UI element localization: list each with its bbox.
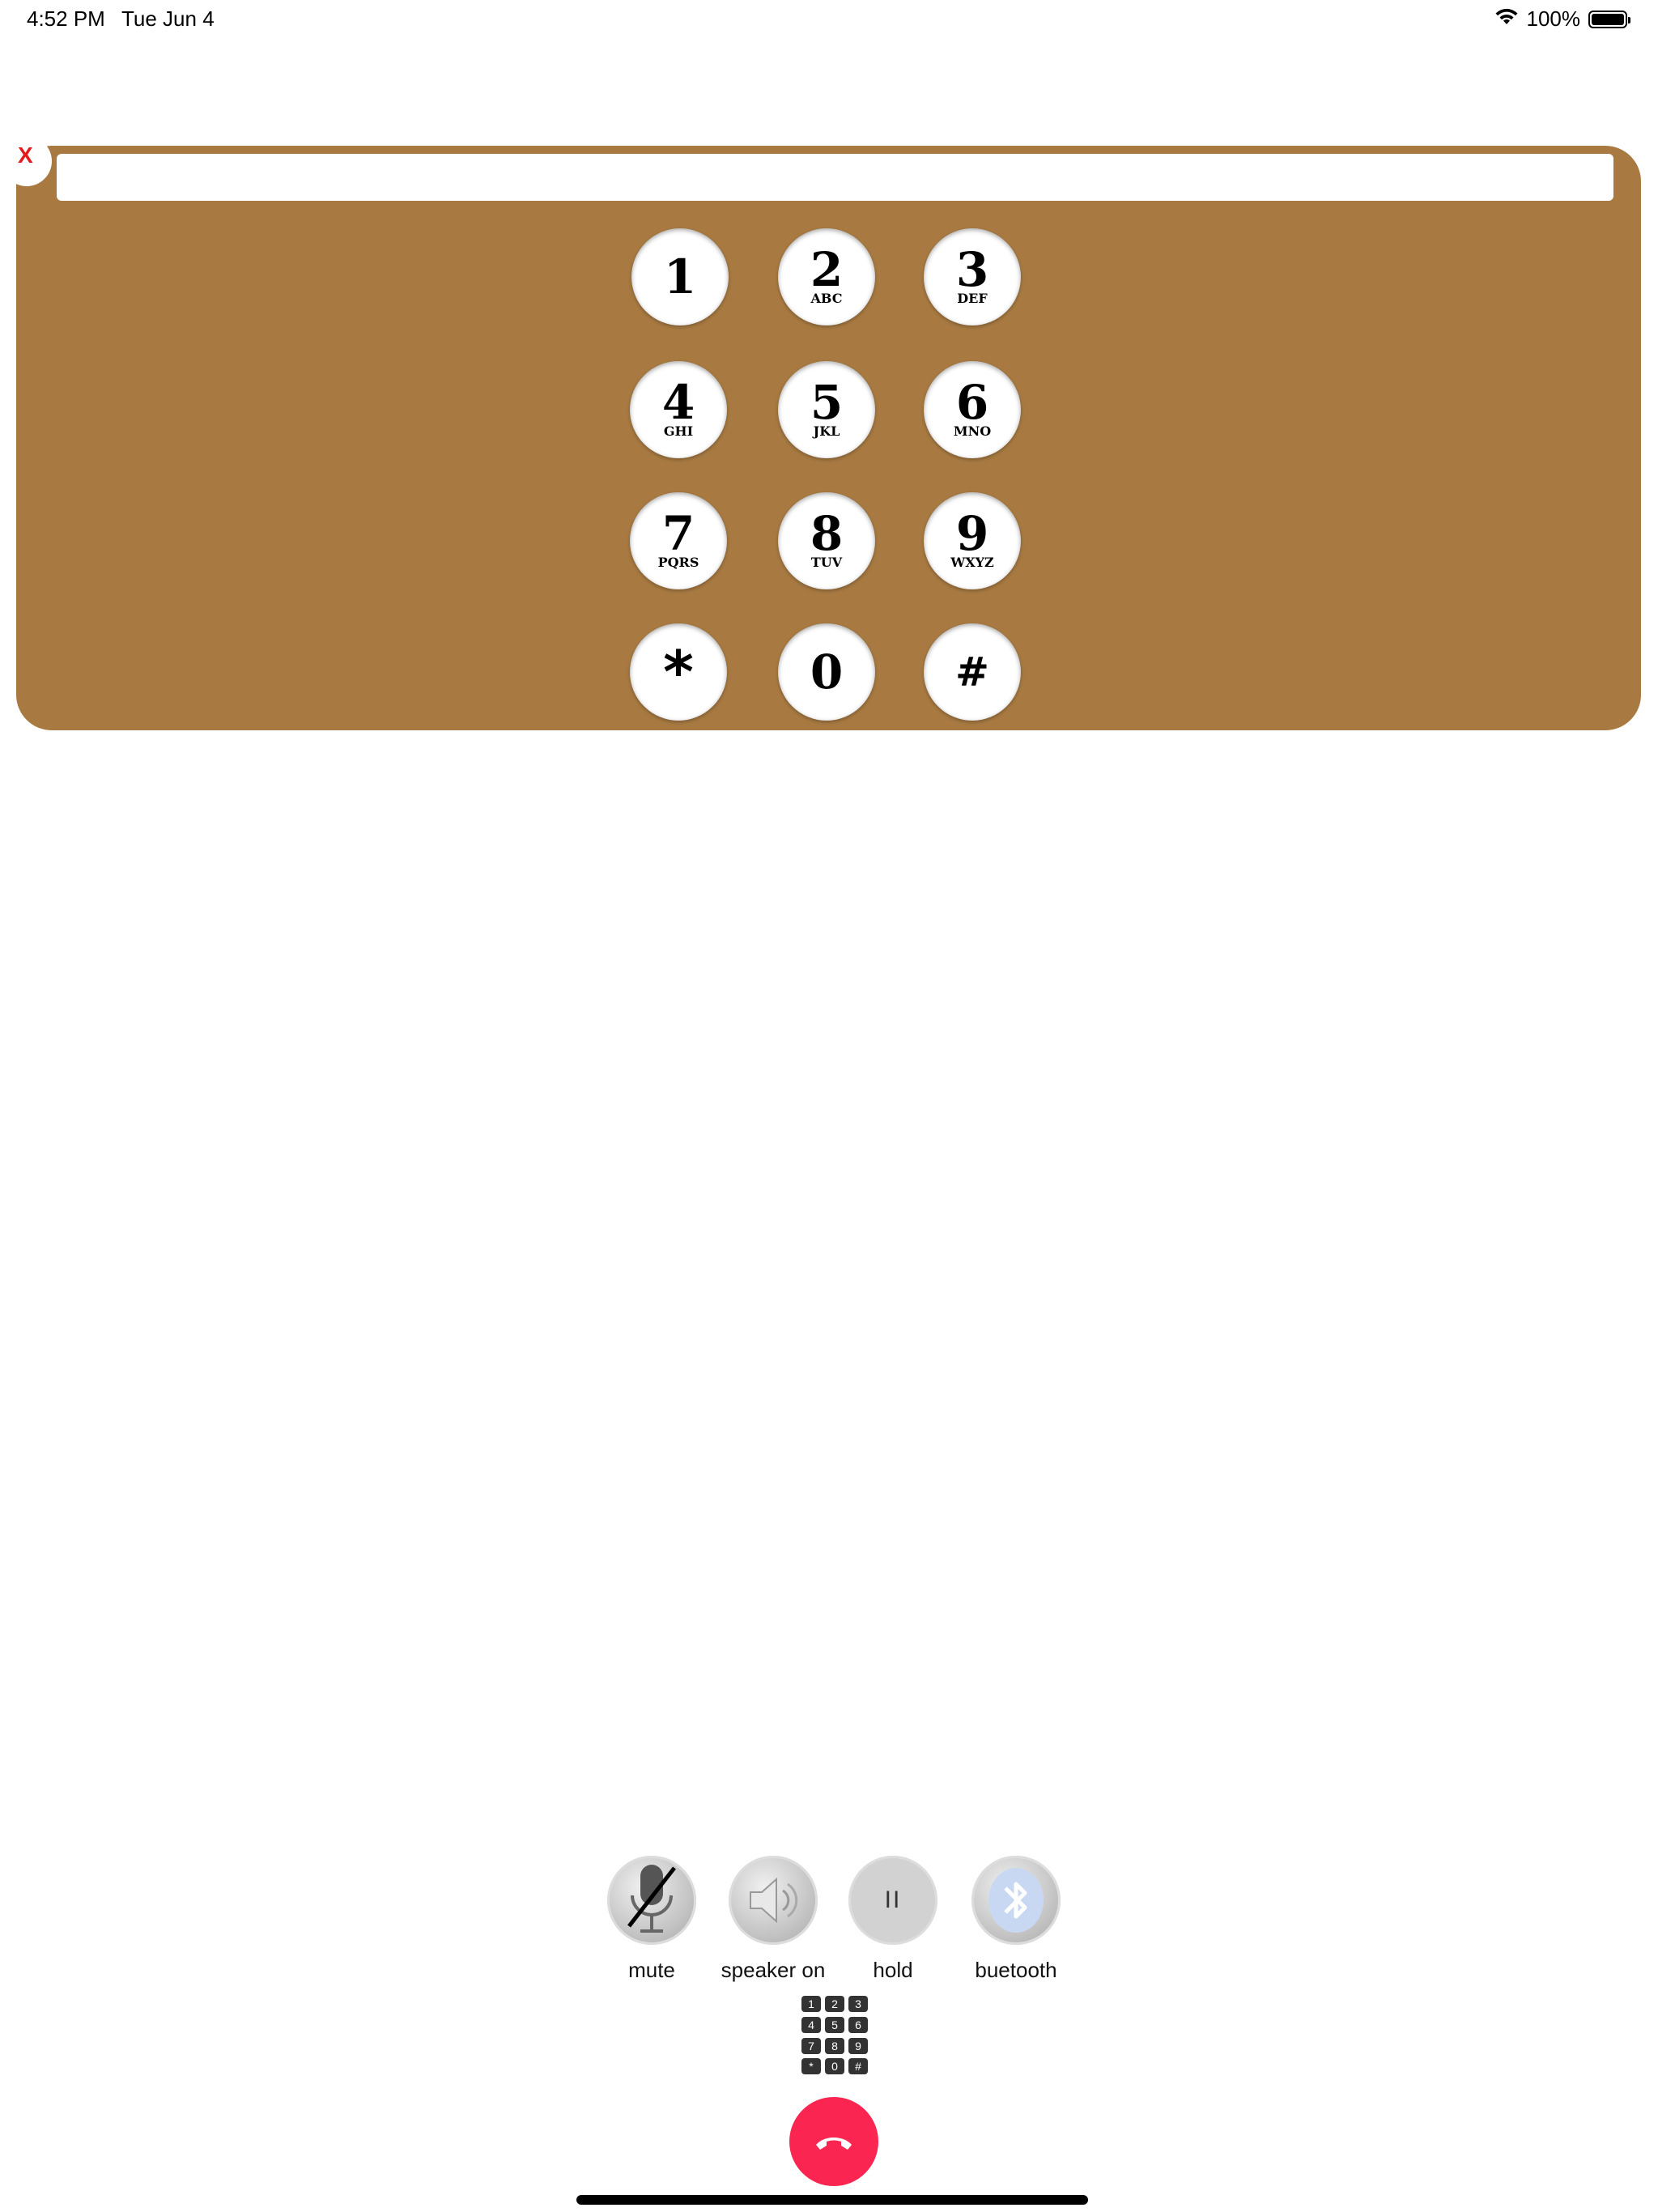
key-hash[interactable]: # — [924, 623, 1021, 721]
speaker-label: speaker on — [721, 1958, 826, 1982]
key-4[interactable]: 4 GHI — [630, 361, 727, 458]
keypad-icon-key: * — [801, 2058, 821, 2075]
bluetooth-icon — [988, 1868, 1044, 1933]
hang-up-icon — [816, 2138, 852, 2150]
key-7[interactable]: 7 PQRS — [630, 492, 727, 589]
key-digit: # — [955, 648, 989, 696]
keypad-icon-key: 2 — [825, 1996, 844, 2012]
key-letters: DEF — [957, 291, 988, 306]
key-digit: 9 — [955, 506, 989, 561]
battery-icon — [1588, 10, 1630, 28]
key-letters: ABC — [810, 291, 843, 306]
mute-control[interactable]: mute — [591, 1856, 712, 1983]
keypad-icon-key: 9 — [848, 2037, 868, 2054]
key-star[interactable]: * — [630, 623, 727, 721]
key-letters: WXYZ — [950, 555, 994, 570]
status-bar: 4:52 PM Tue Jun 4 100% — [0, 0, 1658, 39]
battery-percent: 100% — [1526, 6, 1581, 31]
microphone-muted-icon — [627, 1865, 676, 1933]
status-indicators: 100% — [1494, 6, 1630, 32]
status-date: Tue Jun 4 — [121, 6, 215, 31]
home-indicator — [576, 2195, 1088, 2205]
call-controls: mute speaker on II hold buetooth — [0, 1856, 1658, 1985]
key-5[interactable]: 5 JKL — [778, 361, 875, 458]
key-9[interactable]: 9 WXYZ — [924, 492, 1021, 589]
keypad-icon-key: 8 — [825, 2037, 844, 2054]
wifi-icon — [1494, 6, 1519, 32]
speaker-button[interactable] — [729, 1856, 818, 1945]
mute-button[interactable] — [607, 1856, 696, 1945]
hold-label: hold — [873, 1958, 913, 1982]
status-time: 4:52 PM — [27, 6, 105, 31]
bluetooth-label: buetooth — [975, 1958, 1057, 1982]
close-dialer-button[interactable]: X — [2, 136, 52, 186]
end-call-button[interactable] — [789, 2097, 878, 2186]
bluetooth-control[interactable]: buetooth — [955, 1856, 1077, 1983]
key-letters: TUV — [810, 555, 843, 570]
key-digit: 0 — [810, 644, 844, 700]
keypad-icon-key: 3 — [848, 1996, 868, 2012]
key-3[interactable]: 3 DEF — [924, 228, 1021, 325]
key-6[interactable]: 6 MNO — [924, 361, 1021, 458]
keypad-icon-key: 4 — [801, 2016, 821, 2033]
speaker-control[interactable]: speaker on — [712, 1856, 834, 1983]
key-8[interactable]: 8 TUV — [778, 492, 875, 589]
mute-label: mute — [628, 1958, 675, 1982]
key-digit: 5 — [810, 375, 844, 430]
key-digit: 6 — [955, 375, 989, 430]
keypad-icon-key: 1 — [801, 1996, 821, 2012]
key-digit: 2 — [810, 242, 844, 297]
key-letters: MNO — [953, 423, 992, 439]
key-2[interactable]: 2 ABC — [778, 228, 875, 325]
keypad-icon-key: # — [848, 2058, 868, 2075]
pause-icon: II — [884, 1887, 902, 1913]
key-digit: 1 — [663, 249, 697, 304]
hold-button[interactable]: II — [848, 1856, 937, 1945]
key-1[interactable]: 1 — [631, 228, 729, 325]
key-letters: JKL — [813, 423, 840, 439]
speaker-icon — [750, 1877, 798, 1924]
bluetooth-button[interactable] — [971, 1856, 1061, 1945]
key-digit: 3 — [955, 242, 989, 297]
hold-control[interactable]: II hold — [832, 1856, 954, 1983]
key-digit: 7 — [661, 506, 695, 561]
keypad-toggle-icon[interactable]: 1 2 3 4 5 6 7 8 9 * 0 # — [801, 1996, 869, 2075]
keypad-icon-key: 5 — [825, 2016, 844, 2033]
keypad-icon-key: 6 — [848, 2016, 868, 2033]
key-digit: 8 — [810, 506, 844, 561]
key-0[interactable]: 0 — [778, 623, 875, 721]
key-letters: PQRS — [657, 555, 699, 570]
key-letters: GHI — [663, 423, 694, 439]
key-digit: 4 — [661, 375, 695, 430]
phone-number-field[interactable] — [57, 154, 1613, 201]
keypad-icon-key: 7 — [801, 2037, 821, 2054]
keypad-icon-key: 0 — [825, 2058, 844, 2075]
key-digit: * — [663, 638, 694, 706]
